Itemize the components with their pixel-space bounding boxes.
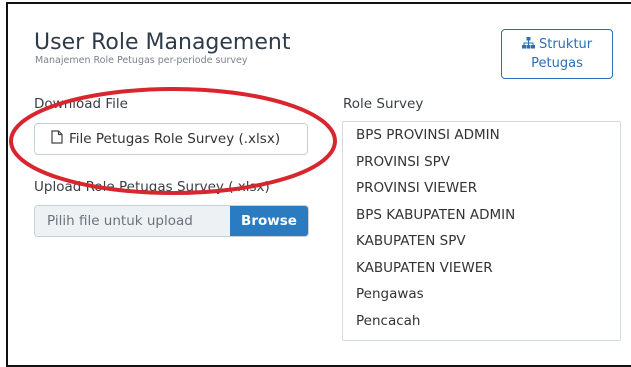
struktur-petugas-button[interactable]: Struktur Petugas (501, 29, 613, 79)
role-item[interactable]: Pencacah (343, 308, 620, 335)
page-subtitle: Manajemen Role Petugas per-periode surve… (35, 55, 248, 66)
role-item[interactable]: Pengawas (343, 281, 620, 308)
download-file-button-label: File Petugas Role Survey (.xlsx) (69, 131, 281, 147)
role-survey-list[interactable]: BPS PROVINSI ADMIN PROVINSI SPV PROVINSI… (342, 121, 621, 341)
role-item[interactable]: PROVINSI VIEWER (343, 175, 620, 202)
page-title: User Role Management (34, 30, 291, 55)
role-survey-label: Role Survey (343, 96, 424, 112)
upload-label: Upload Role Petugas Survey (.xlsx) (34, 179, 270, 195)
role-item[interactable]: PROVINSI SPV (343, 149, 620, 176)
role-item[interactable]: BPS KABUPATEN ADMIN (343, 202, 620, 229)
struktur-button-label-line2: Petugas (531, 56, 583, 71)
upload-file-group: Browse (34, 205, 309, 237)
upload-file-input[interactable] (35, 206, 230, 236)
struktur-button-label-line1: Struktur (538, 37, 593, 52)
sitemap-icon (521, 37, 539, 52)
role-item[interactable]: KABUPATEN SPV (343, 228, 620, 255)
browse-button[interactable]: Browse (230, 206, 308, 236)
role-item[interactable]: KABUPATEN VIEWER (343, 255, 620, 282)
download-file-label: Download File (34, 96, 128, 112)
download-file-button[interactable]: File Petugas Role Survey (.xlsx) (34, 123, 308, 155)
file-icon (51, 130, 63, 148)
role-item[interactable]: BPS PROVINSI ADMIN (343, 122, 620, 149)
